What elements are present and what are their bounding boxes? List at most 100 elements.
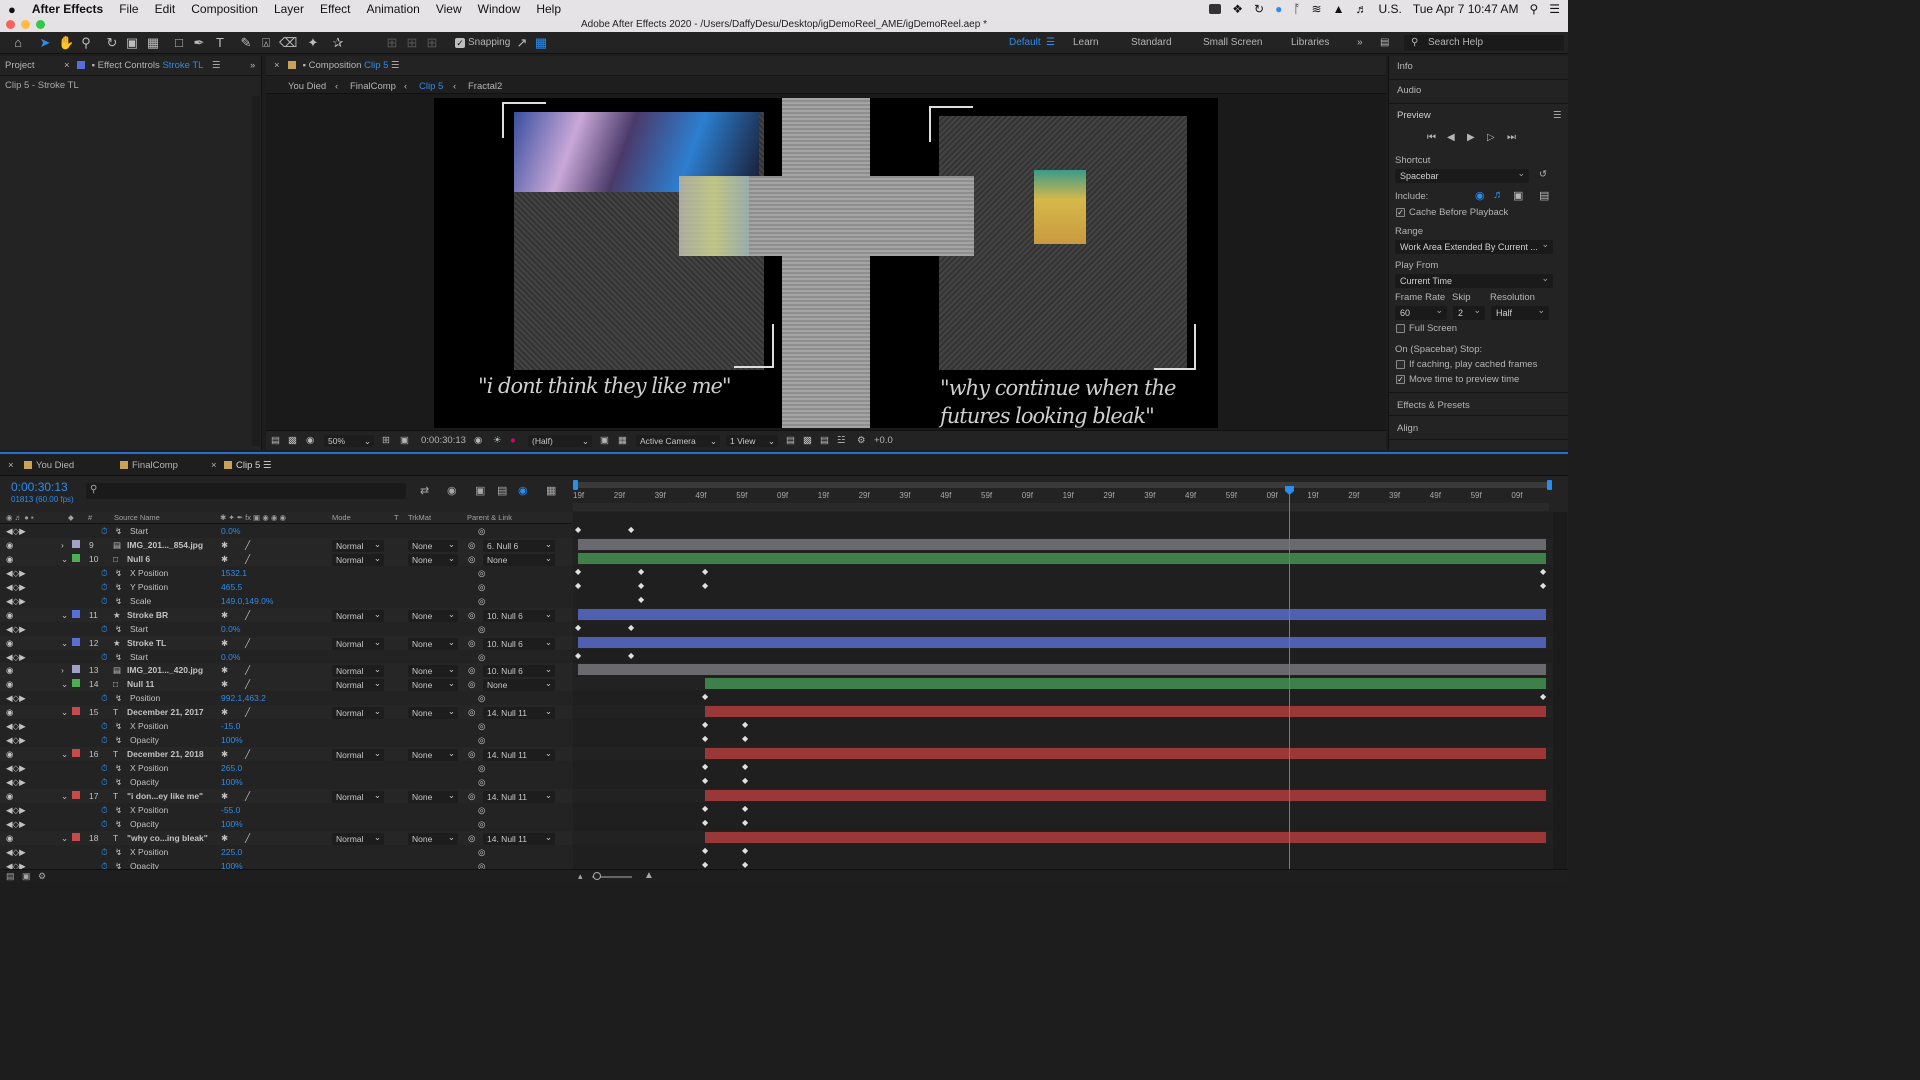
menu-layer[interactable]: Layer <box>266 2 312 16</box>
tab-effect-controls[interactable]: ▪ Effect Controls Stroke TL <box>77 60 203 71</box>
work-area-bar[interactable] <box>575 482 1551 488</box>
property-row[interactable]: ◀◇▶ ⏱ ↯ Start 0.0% ◎ <box>0 622 572 636</box>
dropbox-icon[interactable]: ❖ <box>1232 2 1243 16</box>
layer-duration-bar[interactable] <box>705 678 1546 690</box>
draft-3d-icon[interactable]: ◉ <box>447 484 457 497</box>
stopwatch-icon[interactable]: ⏱ <box>101 847 108 858</box>
label-color-swatch[interactable] <box>72 749 80 758</box>
volume-icon[interactable]: ♬ <box>1355 2 1367 16</box>
property-row[interactable]: ◀◇▶ ⏱ ↯ X Position -55.0 ◎ <box>0 803 572 817</box>
layer-duration-bar[interactable] <box>578 664 1546 676</box>
keyframe-icon[interactable]: ◆ <box>702 804 708 813</box>
layer-row[interactable]: ◉ ⌄ 17 T "i don...ey like me" ✱ ╱ Normal ⌄ None ⌄ ◎… <box>0 788 572 803</box>
panel-layout-icon[interactable]: ▤ <box>1380 37 1389 48</box>
parent-pickwhip-icon[interactable]: ◎ <box>468 665 475 676</box>
expression-pickwhip-icon[interactable]: ◎ <box>478 568 485 579</box>
view-layout-dropdown[interactable]: 1 View ⌄ <box>726 435 778 447</box>
chevron-down-icon[interactable]: ⌄ <box>61 638 68 649</box>
property-value[interactable]: -15.0 <box>221 721 240 731</box>
magnification-dropdown[interactable]: 50% ⌄ <box>324 435 374 447</box>
graph-icon[interactable]: ↯ <box>115 721 122 732</box>
blend-mode-dropdown[interactable]: Normal ⌄ <box>332 790 384 803</box>
layer-name[interactable]: Null 11 <box>127 679 154 689</box>
layer-name[interactable]: Stroke TL <box>127 638 166 648</box>
keyframe-icon[interactable]: ◆ <box>1540 692 1546 701</box>
menu-view[interactable]: View <box>428 2 470 16</box>
keyframe-icon[interactable]: ◆ <box>702 567 708 576</box>
property-row[interactable]: ◀◇▶ ⏱ ↯ Opacity 100% ◎ <box>0 775 572 789</box>
more-workspaces-icon[interactable]: » <box>1357 37 1363 48</box>
property-row[interactable]: ◀◇▶ ⏱ ↯ X Position 265.0 ◎ <box>0 761 572 775</box>
keyframe-icon[interactable]: ◆ <box>702 846 708 855</box>
snap-features-icon[interactable]: ▦ <box>533 35 549 51</box>
preview-panel-header[interactable]: Preview ☰ <box>1389 104 1569 128</box>
close-window-button[interactable] <box>6 20 15 29</box>
workspace-default[interactable]: Default <box>1009 37 1041 48</box>
transparency-grid-icon[interactable]: ▦ <box>618 435 627 446</box>
quality-switch-icon[interactable]: ╱ <box>245 610 250 621</box>
graph-icon[interactable]: ↯ <box>115 624 122 635</box>
menu-effect[interactable]: Effect <box>312 2 358 16</box>
layer-row[interactable]: ◉ ⌄ 15 T December 21, 2017 ✱ ╱ Normal ⌄ None ⌄ ◎ 14.… <box>0 705 572 720</box>
chevron-down-icon[interactable]: ⌄ <box>61 610 68 621</box>
graph-icon[interactable]: ↯ <box>115 582 122 593</box>
keyframe-icon[interactable]: ◆ <box>702 762 708 771</box>
layer-row[interactable]: ◉ ⌄ 11 ★ Stroke BR ✱ ╱ Normal ⌄ None ⌄ ◎ 10. Null 6 ⌄ <box>0 607 572 622</box>
track-matte-dropdown[interactable]: None ⌄ <box>408 678 458 692</box>
apple-menu-icon[interactable]: ● <box>0 2 24 17</box>
expression-pickwhip-icon[interactable]: ◎ <box>478 721 485 732</box>
keyframe-navigator-icon[interactable]: ◀◇▶ <box>6 596 26 607</box>
bluetooth-icon[interactable]: ᚩ <box>1293 2 1300 16</box>
input-source[interactable]: U.S. <box>1378 2 1401 16</box>
app-status-icon[interactable]: ● <box>1275 2 1282 16</box>
play-icon[interactable]: ▶ <box>1467 132 1475 143</box>
property-value[interactable]: 992.1,463.2 <box>221 693 266 703</box>
zoom-in-icon[interactable]: ▲ <box>644 870 654 881</box>
view-axis-icon[interactable]: ⊞ <box>424 35 440 51</box>
shy-switch-icon[interactable]: ✱ <box>221 707 228 718</box>
keyframe-icon[interactable]: ◆ <box>575 567 581 576</box>
layer-name[interactable]: December 21, 2018 <box>127 749 204 759</box>
label-color-swatch[interactable] <box>72 679 80 688</box>
keyframe-navigator-icon[interactable]: ◀◇▶ <box>6 652 26 663</box>
menu-edit[interactable]: Edit <box>147 2 184 16</box>
3d-glasses-icon[interactable]: ◉ <box>306 435 314 446</box>
expression-pickwhip-icon[interactable]: ◎ <box>478 805 485 816</box>
reset-exposure-icon[interactable]: ⚙ <box>857 435 866 446</box>
resolution-dropdown[interactable]: (Half) ⌄ <box>528 435 592 447</box>
work-area-end-handle[interactable] <box>1547 480 1552 490</box>
parent-dropdown[interactable]: 6. Null 6 ⌄ <box>483 539 555 552</box>
stopwatch-icon[interactable]: ⏱ <box>101 624 108 635</box>
eye-icon[interactable]: ◉ <box>6 665 13 676</box>
layer-name[interactable]: Null 6 <box>127 554 150 564</box>
layer-row[interactable]: ◉ › 13 ▤ IMG_201..._420.jpg ✱ ╱ Normal ⌄ None ⌄ ◎ 10… <box>0 663 572 678</box>
expression-pickwhip-icon[interactable]: ◎ <box>478 847 485 858</box>
eye-icon[interactable]: ◉ <box>6 679 13 690</box>
keyframe-icon[interactable]: ◆ <box>742 720 748 729</box>
blend-mode-dropdown[interactable]: Normal ⌄ <box>332 609 384 622</box>
stopwatch-icon[interactable]: ⏱ <box>101 805 108 816</box>
puppet-tool-icon[interactable]: ✰ <box>330 35 346 51</box>
property-row[interactable]: ◀◇▶ ⏱ ↯ Start 0.0% ◎ <box>0 524 572 538</box>
expression-pickwhip-icon[interactable]: ◎ <box>478 763 485 774</box>
chevron-down-icon[interactable]: ⌄ <box>61 707 68 718</box>
keyframe-icon[interactable]: ◆ <box>638 581 644 590</box>
parent-dropdown[interactable]: 10. Null 6 ⌄ <box>483 637 555 650</box>
brush-tool-icon[interactable]: ✎ <box>238 35 254 51</box>
keyframe-icon[interactable]: ◆ <box>742 860 748 869</box>
viewer-timecode[interactable]: 0:00:30:13 <box>421 435 466 446</box>
align-panel-header[interactable]: Align <box>1389 416 1569 440</box>
track-matte-dropdown[interactable]: None ⌄ <box>408 790 458 803</box>
fast-previews-icon[interactable]: ▩ <box>803 435 812 446</box>
chevron-down-icon[interactable]: ⌄ <box>61 749 68 760</box>
eye-icon[interactable]: ◉ <box>6 554 13 565</box>
workspace-standard[interactable]: Standard <box>1131 37 1172 48</box>
keyframe-icon[interactable]: ◆ <box>702 818 708 827</box>
blend-mode-dropdown[interactable]: Normal ⌄ <box>332 832 384 845</box>
menu-help[interactable]: Help <box>528 2 569 16</box>
quality-switch-icon[interactable]: ╱ <box>245 638 250 649</box>
work-area-start-handle[interactable] <box>573 480 578 490</box>
layer-switches-icon[interactable]: ▤ <box>6 871 15 882</box>
stopwatch-icon[interactable]: ⏱ <box>101 777 108 788</box>
camera-tool-icon[interactable]: ▣ <box>124 35 140 51</box>
